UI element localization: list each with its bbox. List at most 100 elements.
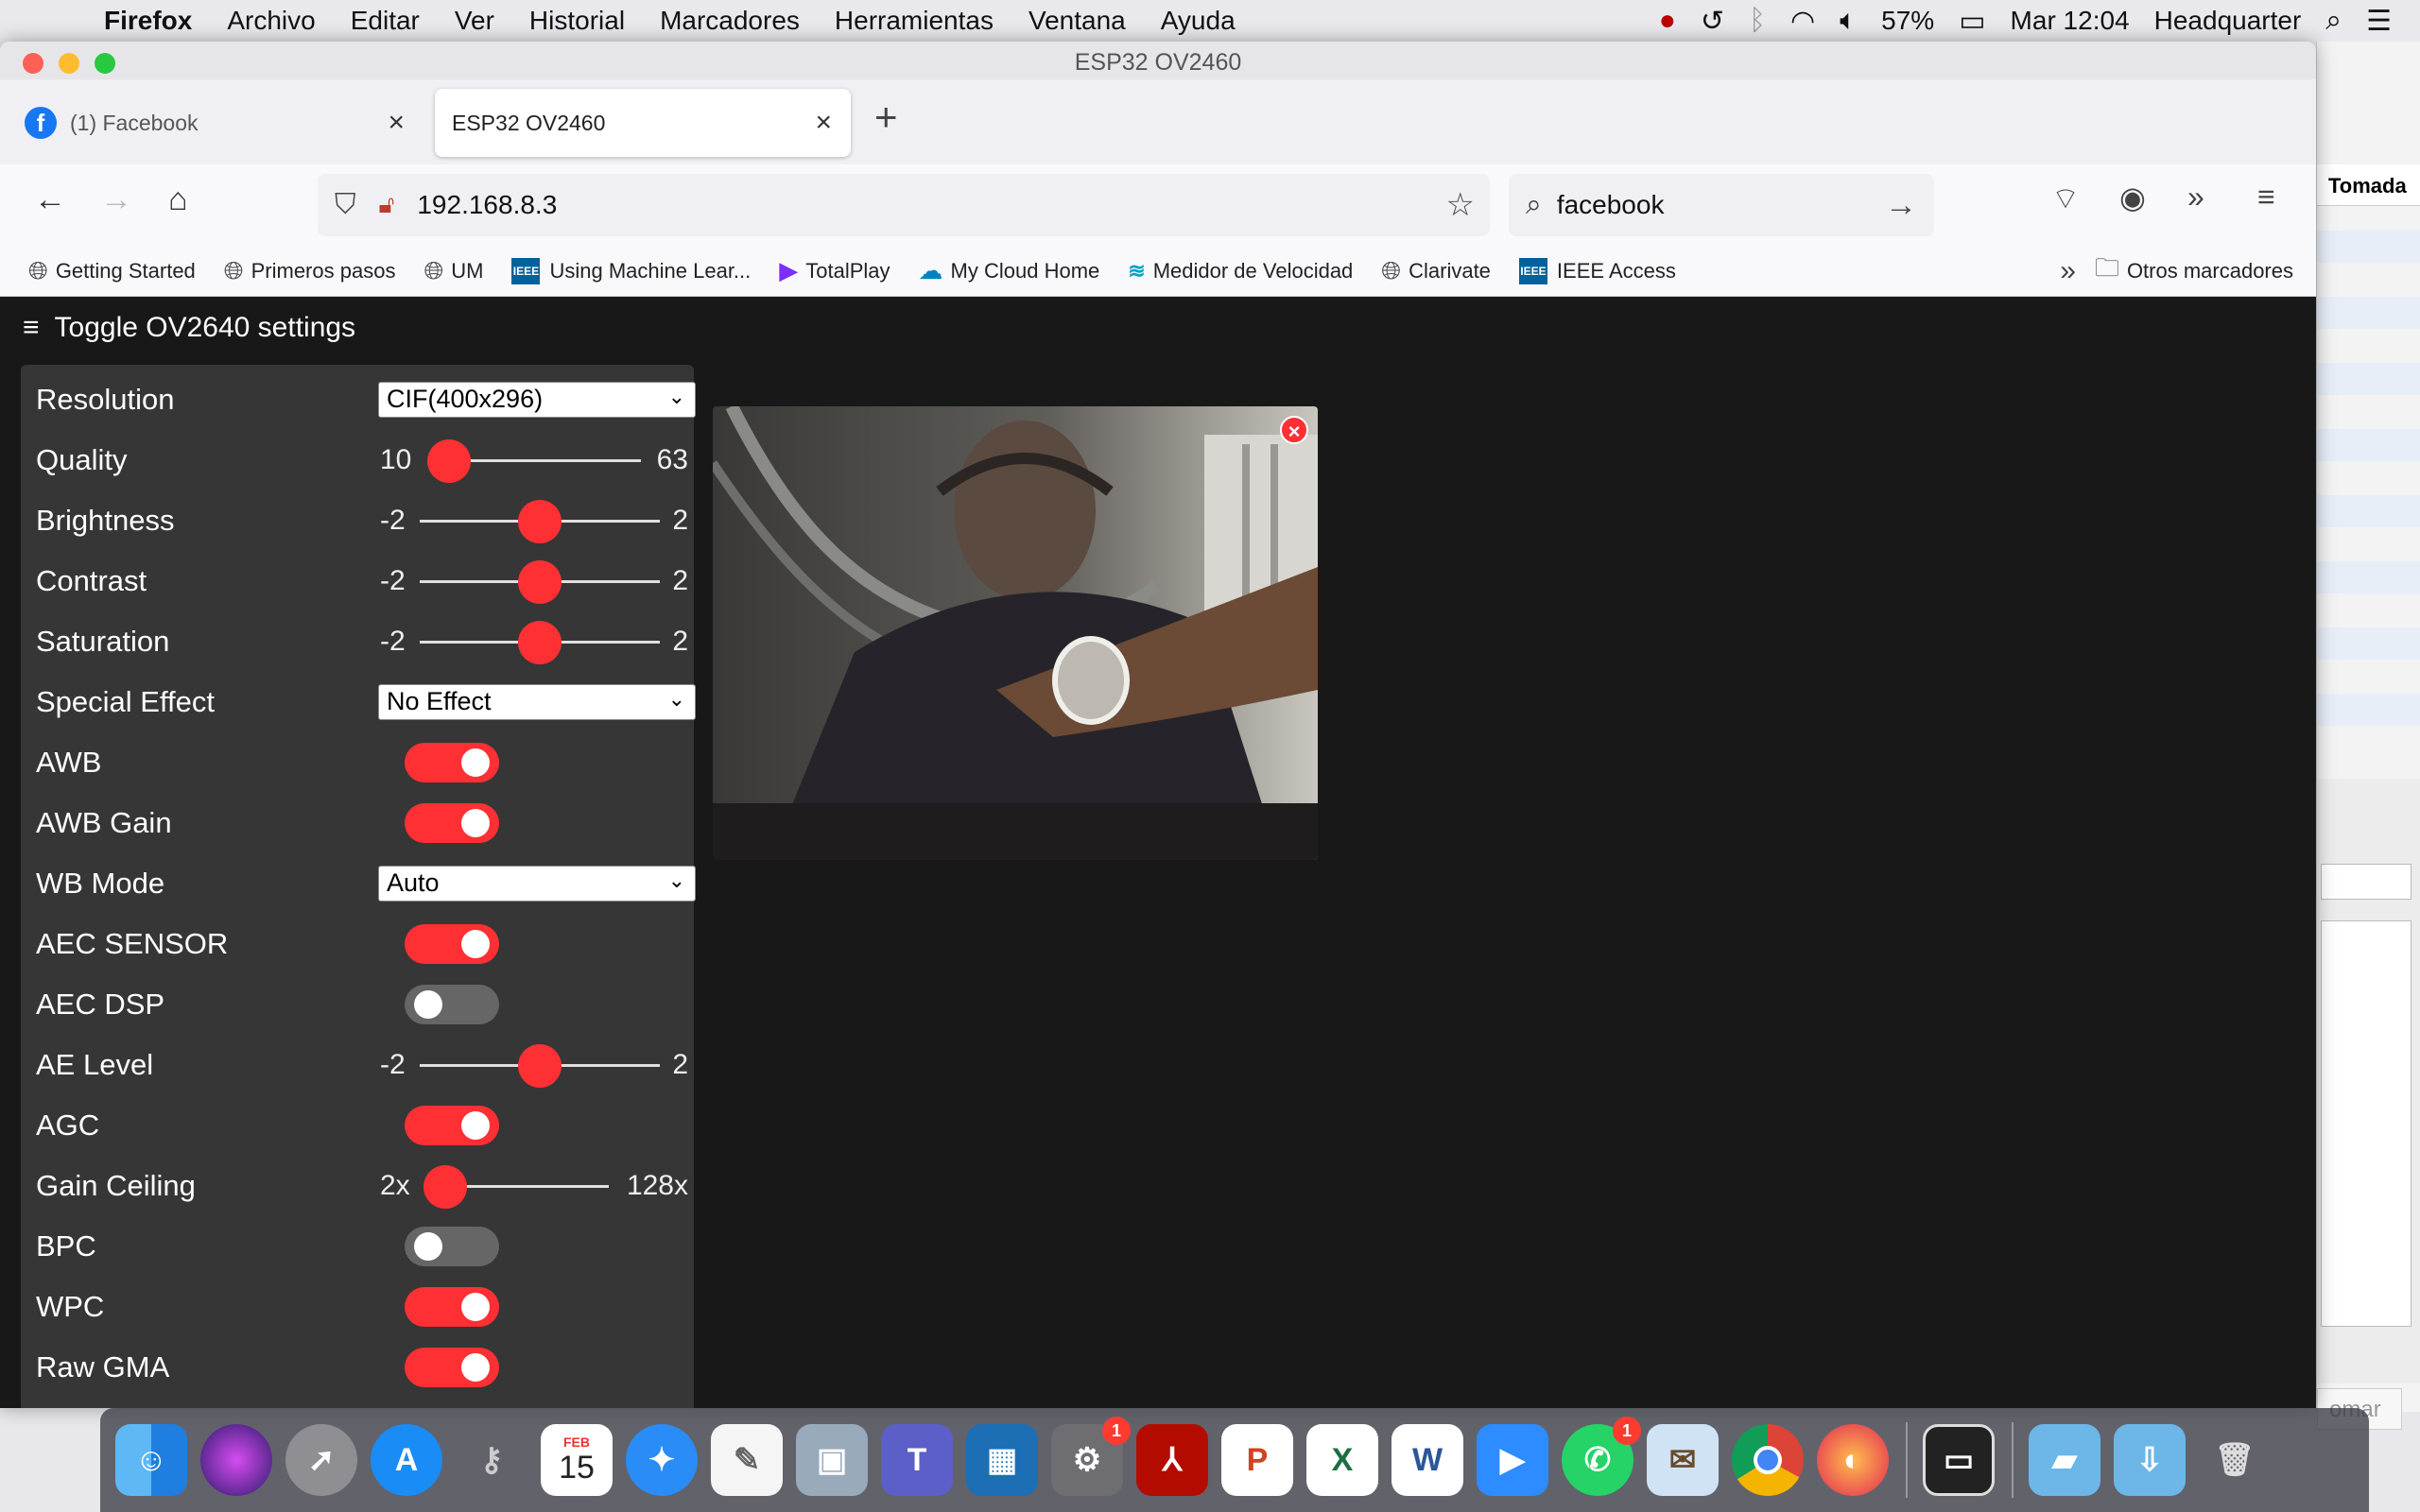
settings-toggle[interactable]: ≡ Toggle OV2640 settings xyxy=(23,312,355,344)
saturation-slider[interactable]: -2 2 xyxy=(378,618,696,665)
menu-herramientas[interactable]: Herramientas xyxy=(835,6,994,36)
tab-close-icon[interactable]: × xyxy=(815,107,832,139)
zoom-icon[interactable]: ▶ xyxy=(1477,1424,1548,1496)
control-center-icon[interactable]: ☰ xyxy=(2366,5,2392,38)
raw-gma-toggle[interactable] xyxy=(405,1348,499,1387)
home-icon[interactable]: ⌂ xyxy=(168,181,188,218)
bookmark-um[interactable]: 🌐︎ UM xyxy=(424,256,483,286)
battery-icon[interactable]: ▭ xyxy=(1959,5,1985,38)
applications-folder-icon[interactable]: ▰ xyxy=(2029,1424,2100,1496)
chrome-icon[interactable] xyxy=(1732,1424,1804,1496)
tab-facebook[interactable]: f (1) Facebook × xyxy=(8,89,424,157)
menubar-clock[interactable]: Mar 12:04 xyxy=(2011,6,2130,36)
spotlight-search-icon[interactable]: ⌕ xyxy=(2325,5,2342,37)
agc-toggle[interactable] xyxy=(405,1106,499,1145)
battery-percent[interactable]: 57% xyxy=(1881,6,1934,36)
aec-sensor-toggle[interactable] xyxy=(405,924,499,964)
settings-toggle-label[interactable]: Toggle OV2640 settings xyxy=(55,312,356,344)
menu-historial[interactable]: Historial xyxy=(529,6,625,36)
quality-slider[interactable]: 10 63 xyxy=(378,437,696,484)
slider-thumb[interactable] xyxy=(424,1165,467,1209)
acrobat-icon[interactable]: ⅄ xyxy=(1136,1424,1208,1496)
app-store-icon[interactable]: A xyxy=(371,1424,442,1496)
menubar-user[interactable]: Headquarter xyxy=(2154,6,2302,36)
virtualbox-icon[interactable]: ▦ xyxy=(966,1424,1038,1496)
bookmark-other-folder[interactable]: 🗀 Otros marcadores xyxy=(2095,250,2293,292)
tracking-shield-icon[interactable]: ⛉ xyxy=(335,189,356,221)
menu-editar[interactable]: Editar xyxy=(351,6,420,36)
teams-icon[interactable]: T xyxy=(881,1424,953,1496)
volume-icon[interactable]: 🔈︎ xyxy=(1840,5,1857,37)
bookmark-clarivate[interactable]: 🌐︎ Clarivate xyxy=(1381,256,1491,286)
siri-icon[interactable] xyxy=(200,1424,272,1496)
menu-marcadores[interactable]: Marcadores xyxy=(660,6,800,36)
calendar-icon[interactable]: FEB 15 xyxy=(541,1424,613,1496)
bookmark-totalplay[interactable]: ▶ TotalPlay xyxy=(779,256,890,285)
bookmark-primeros-pasos[interactable]: 🌐︎ Primeros pasos xyxy=(224,256,396,286)
time-machine-icon[interactable]: ↺ xyxy=(1701,5,1724,38)
menu-ayuda[interactable]: Ayuda xyxy=(1161,6,1236,36)
app-menu-icon[interactable]: ≡ xyxy=(2257,180,2275,215)
powerpoint-icon[interactable]: P xyxy=(1221,1424,1293,1496)
search-go-icon[interactable]: → xyxy=(1885,187,1917,224)
bookmark-medidor-velocidad[interactable]: ≋ Medidor de Velocidad xyxy=(1128,259,1353,284)
hamburger-icon[interactable]: ≡ xyxy=(23,312,40,344)
menu-ventana[interactable]: Ventana xyxy=(1028,6,1126,36)
slider-thumb[interactable] xyxy=(518,500,562,543)
bookmark-my-cloud-home[interactable]: ☁ My Cloud Home xyxy=(919,256,1100,285)
search-bar[interactable]: ⌕ facebook → xyxy=(1509,174,1934,236)
preview-icon[interactable]: ▣ xyxy=(796,1424,868,1496)
wpc-toggle[interactable] xyxy=(405,1287,499,1327)
bluetooth-icon[interactable]: ᛒ xyxy=(1749,5,1766,37)
tab-esp32[interactable]: ESP32 OV2460 × xyxy=(435,89,851,157)
overflow-chevron-icon[interactable]: » xyxy=(2187,180,2204,215)
bpc-toggle[interactable] xyxy=(405,1227,499,1266)
brightness-slider[interactable]: -2 2 xyxy=(378,497,696,544)
background-input[interactable] xyxy=(2321,864,2411,900)
insecure-lock-icon[interactable]: 🔓︎ xyxy=(379,190,395,220)
slider-thumb[interactable] xyxy=(518,1044,562,1088)
downloads-folder-icon[interactable]: ⇩ xyxy=(2114,1424,2186,1496)
word-icon[interactable]: W xyxy=(1392,1424,1463,1496)
slider-thumb[interactable] xyxy=(427,439,471,483)
pocket-icon[interactable]: ⌔ xyxy=(2051,180,2080,217)
wifi-icon[interactable]: ◠ xyxy=(1790,5,1815,38)
account-icon[interactable]: ◉ xyxy=(2119,180,2146,215)
launchpad-icon[interactable]: ➚ xyxy=(285,1424,357,1496)
firefox-icon[interactable]: ◐ xyxy=(1817,1424,1889,1496)
special-effect-select[interactable]: No Effect ⌄ xyxy=(378,684,696,720)
slider-thumb[interactable] xyxy=(518,560,562,604)
bookmark-using-machine-learning[interactable]: IEEE Using Machine Lear... xyxy=(511,257,751,284)
keychain-icon[interactable]: ⚷ xyxy=(456,1424,527,1496)
trash-icon[interactable]: 🗑︎ xyxy=(2199,1424,2271,1496)
menu-ver[interactable]: Ver xyxy=(455,6,494,36)
menu-app-firefox[interactable]: Firefox xyxy=(104,6,192,36)
awb-gain-toggle[interactable] xyxy=(405,803,499,843)
safari-icon[interactable]: ✦ xyxy=(626,1424,698,1496)
contrast-slider[interactable]: -2 2 xyxy=(378,558,696,605)
wb-mode-select[interactable]: Auto ⌄ xyxy=(378,866,696,902)
resolution-select[interactable]: CIF(400x296) ⌄ xyxy=(378,382,696,418)
tab-close-icon[interactable]: × xyxy=(388,107,405,139)
new-tab-button[interactable]: + xyxy=(874,94,898,140)
ae-level-slider[interactable]: -2 2 xyxy=(378,1041,696,1089)
aec-dsp-toggle[interactable] xyxy=(405,985,499,1024)
url-bar[interactable]: ⛉ 🔓︎ 192.168.8.3 ☆ xyxy=(318,174,1490,236)
bookmark-star-icon[interactable]: ☆ xyxy=(1446,186,1475,224)
url-text[interactable]: 192.168.8.3 xyxy=(417,190,557,220)
bookmarks-overflow-chevron-icon[interactable]: » xyxy=(2060,255,2076,287)
whatsapp-icon[interactable]: ✆ 1 xyxy=(1562,1417,1641,1496)
bookmark-getting-started[interactable]: 🌐︎ Getting Started xyxy=(28,256,196,286)
forward-icon[interactable]: → xyxy=(100,181,132,218)
raspberry-status-icon[interactable]: ● xyxy=(1659,5,1676,37)
gain-ceiling-slider[interactable]: 2x 128x xyxy=(378,1162,696,1210)
finder-icon[interactable]: ☺ xyxy=(115,1424,187,1496)
back-icon[interactable]: ← xyxy=(34,181,66,218)
mail-icon[interactable]: ✉ xyxy=(1647,1424,1719,1496)
terminal-icon[interactable]: ▭ xyxy=(1923,1424,1995,1496)
excel-icon[interactable]: X xyxy=(1306,1424,1378,1496)
background-textarea[interactable] xyxy=(2321,920,2411,1327)
close-stream-button[interactable]: × xyxy=(1280,416,1308,444)
textedit-icon[interactable]: ✎ xyxy=(711,1424,783,1496)
search-query[interactable]: facebook xyxy=(1557,190,1665,220)
